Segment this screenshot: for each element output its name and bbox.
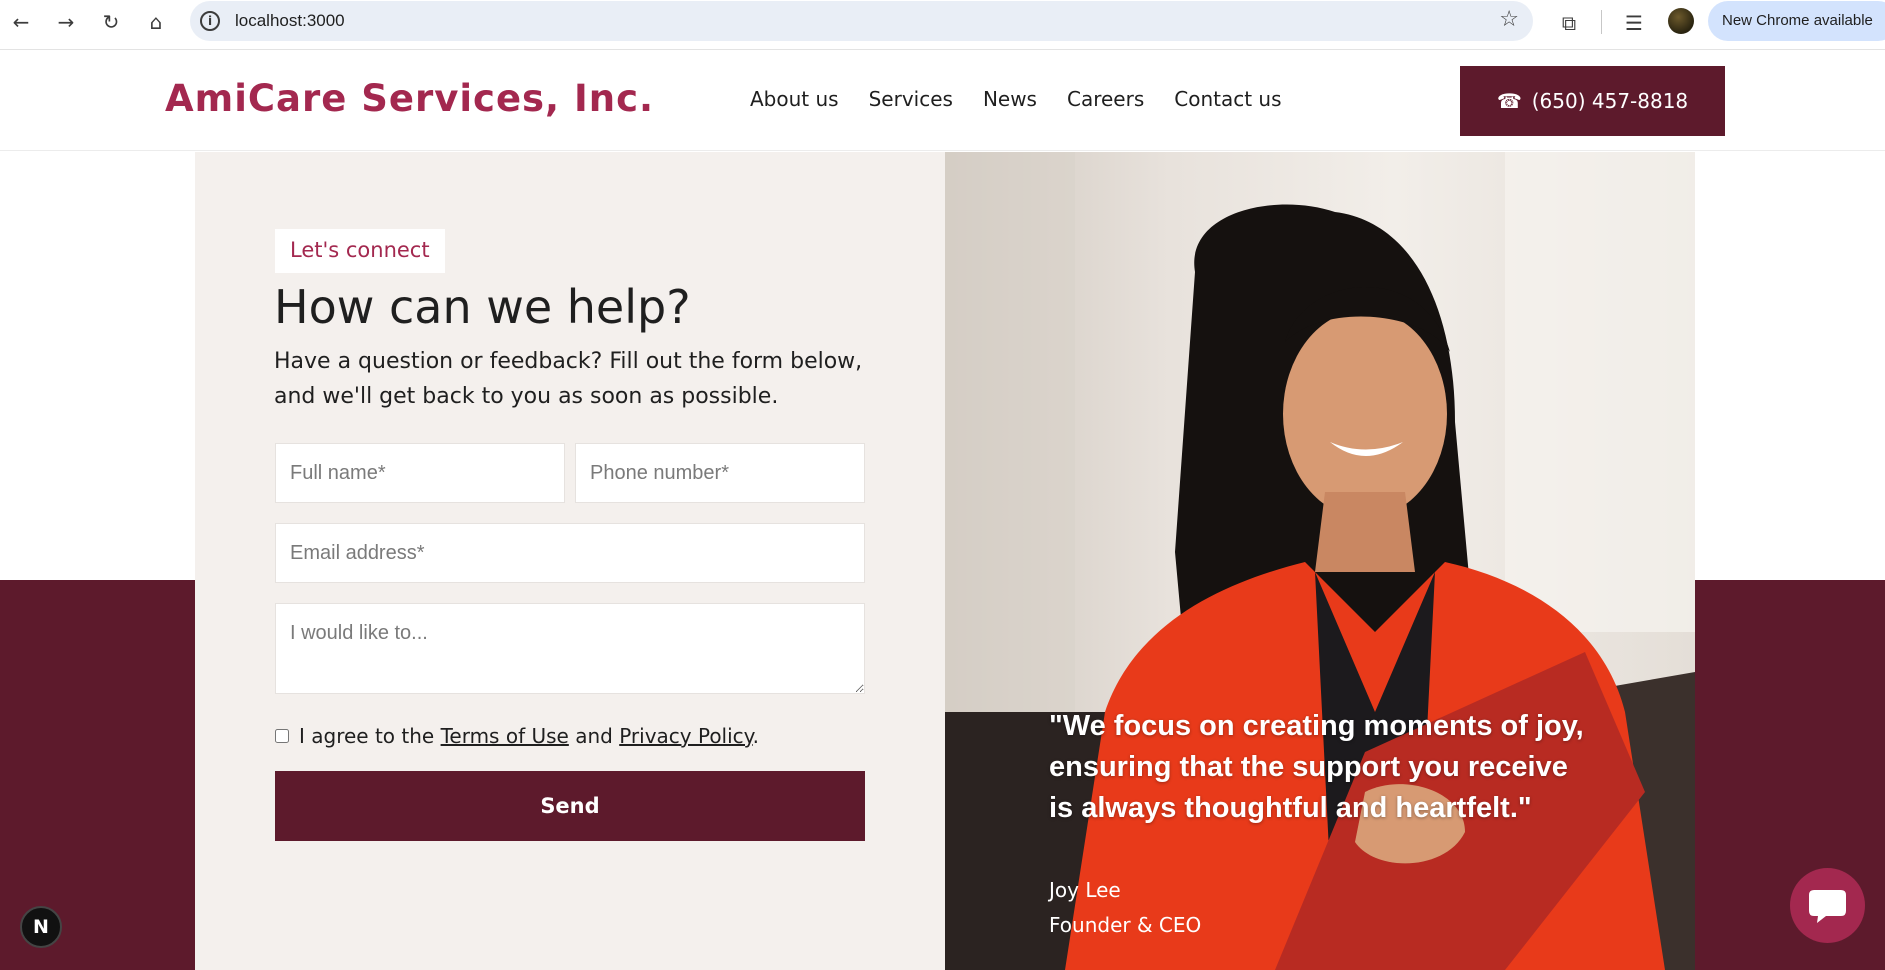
site-header: AmiCare Services, Inc. About us Services…: [0, 51, 1885, 151]
address-bar[interactable]: i localhost:3000 ☆: [190, 1, 1533, 41]
main-nav: About us Services News Careers Contact u…: [750, 87, 1282, 111]
chat-button[interactable]: [1790, 868, 1865, 943]
quote-line-1: "We focus on creating moments of joy,: [1049, 710, 1584, 742]
nav-about-us[interactable]: About us: [750, 87, 839, 111]
privacy-policy-link[interactable]: Privacy Policy: [619, 724, 752, 748]
page-title: How can we help?: [274, 280, 691, 334]
send-button[interactable]: Send: [275, 771, 865, 841]
url-text[interactable]: localhost:3000: [235, 11, 345, 31]
quote-line-3: is always thoughtful and heartfelt.": [1049, 792, 1532, 824]
nav-contact-us[interactable]: Contact us: [1174, 87, 1281, 111]
agree-middle: and: [575, 724, 613, 748]
new-chrome-available-button[interactable]: New Chrome available: [1708, 1, 1885, 41]
back-icon[interactable]: ←: [6, 7, 36, 37]
nav-careers[interactable]: Careers: [1067, 87, 1144, 111]
full-name-input[interactable]: [275, 443, 565, 503]
nav-services[interactable]: Services: [869, 87, 953, 111]
section-description: Have a question or feedback? Fill out th…: [274, 344, 874, 414]
founder-photo: [945, 152, 1695, 970]
home-icon[interactable]: ⌂: [141, 7, 171, 37]
info-icon[interactable]: i: [200, 11, 220, 31]
quote-line-2: ensuring that the support you receive: [1049, 751, 1568, 783]
description-line-1: Have a question or feedback? Fill out th…: [274, 349, 863, 374]
testimonial-quote: "We focus on creating moments of joy, en…: [1049, 706, 1649, 829]
toolbar-divider: [1601, 10, 1602, 34]
brand-logo[interactable]: AmiCare Services, Inc.: [165, 77, 654, 120]
chat-bubble-icon: [1809, 890, 1846, 923]
agree-prefix: I agree to the: [299, 724, 435, 748]
profile-avatar[interactable]: [1668, 8, 1694, 34]
terms-of-use-link[interactable]: Terms of Use: [441, 724, 569, 748]
message-textarea[interactable]: [275, 603, 865, 694]
agree-row: I agree to the Terms of Use and Privacy …: [275, 724, 759, 748]
founder-portrait-illustration: [945, 152, 1695, 970]
star-icon[interactable]: ☆: [1499, 7, 1519, 32]
reading-list-icon[interactable]: ☰: [1619, 8, 1649, 38]
testimonial-name: Joy Lee: [1049, 878, 1121, 902]
forward-icon[interactable]: →: [51, 7, 81, 37]
description-line-2: and we'll get back to you as soon as pos…: [274, 384, 779, 409]
phone-number-input[interactable]: [575, 443, 865, 503]
extensions-icon[interactable]: ⧉: [1554, 8, 1584, 38]
agree-suffix: .: [752, 724, 760, 748]
dev-tools-badge[interactable]: N: [20, 906, 62, 948]
agree-checkbox[interactable]: [275, 729, 289, 743]
nav-news[interactable]: News: [983, 87, 1037, 111]
reload-icon[interactable]: ↻: [96, 7, 126, 37]
browser-toolbar: ← → ↻ ⌂ i localhost:3000 ☆ ⧉ ☰ New Chrom…: [0, 0, 1885, 50]
phone-number: (650) 457-8818: [1531, 89, 1689, 113]
agree-text: I agree to the Terms of Use and Privacy …: [299, 724, 759, 748]
email-input[interactable]: [275, 523, 865, 583]
testimonial-title: Founder & CEO: [1049, 913, 1202, 937]
phone-icon: ☎: [1496, 89, 1522, 113]
phone-button[interactable]: ☎ (650) 457-8818: [1460, 66, 1725, 136]
section-tagline: Let's connect: [275, 229, 445, 273]
